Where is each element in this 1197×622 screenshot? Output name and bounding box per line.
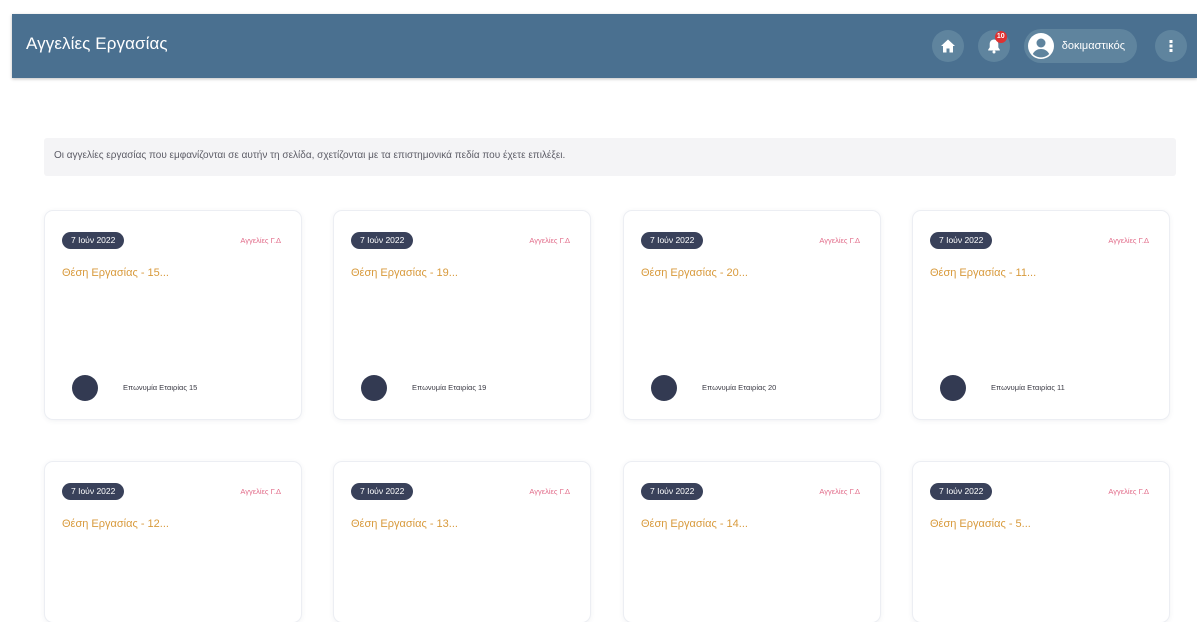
date-badge: 7 Ιούν 2022	[641, 483, 704, 500]
app-header: Αγγελίες Εργασίας 10 δοκιμαστικός	[12, 14, 1197, 78]
job-card[interactable]: 7 Ιούν 2022 Αγγελίες Γ.Δ Θέση Εργασίας -…	[334, 462, 590, 622]
job-title[interactable]: Θέση Εργασίας - 19...	[351, 267, 458, 279]
company-avatar	[940, 375, 966, 401]
user-menu-button[interactable]: δοκιμαστικός	[1023, 29, 1137, 63]
job-card[interactable]: 7 Ιούν 2022 Αγγελίες Γ.Δ Θέση Εργασίας -…	[45, 211, 301, 419]
date-badge: 7 Ιούν 2022	[351, 232, 414, 249]
page-title: Αγγελίες Εργασίας	[26, 34, 168, 53]
job-card[interactable]: 7 Ιούν 2022 Αγγελίες Γ.Δ Θέση Εργασίας -…	[45, 462, 301, 622]
date-badge: 7 Ιούν 2022	[930, 232, 993, 249]
info-text: Οι αγγελίες εργασίας που εμφανίζονται σε…	[54, 150, 566, 161]
notification-badge: 10	[994, 31, 1007, 43]
company-name: Επωνυμία Εταιρίας 20	[702, 383, 777, 392]
date-badge: 7 Ιούν 2022	[930, 483, 993, 500]
user-name: δοκιμαστικός	[1061, 40, 1125, 52]
job-title[interactable]: Θέση Εργασίας - 14...	[641, 518, 748, 530]
category-label: Αγγελίες Γ.Δ	[1108, 236, 1149, 245]
notifications-button[interactable]: 10	[977, 30, 1010, 62]
home-button[interactable]	[931, 30, 964, 62]
job-title[interactable]: Θέση Εργασίας - 20...	[641, 267, 748, 279]
vertical-dots-icon	[1169, 40, 1173, 52]
job-title[interactable]: Θέση Εργασίας - 11...	[930, 267, 1036, 279]
more-options-button[interactable]	[1155, 30, 1187, 62]
job-title[interactable]: Θέση Εργασίας - 13...	[351, 518, 458, 530]
category-label: Αγγελίες Γ.Δ	[819, 487, 860, 496]
category-label: Αγγελίες Γ.Δ	[240, 236, 281, 245]
date-badge: 7 Ιούν 2022	[641, 232, 704, 249]
header-actions: 10 δοκιμαστικός	[931, 28, 1197, 64]
job-card[interactable]: 7 Ιούν 2022 Αγγελίες Γ.Δ Θέση Εργασίας -…	[624, 462, 880, 622]
job-card[interactable]: 7 Ιούν 2022 Αγγελίες Γ.Δ Θέση Εργασίας -…	[624, 211, 880, 419]
job-card[interactable]: 7 Ιούν 2022 Αγγελίες Γ.Δ Θέση Εργασίας -…	[913, 211, 1169, 419]
date-badge: 7 Ιούν 2022	[62, 232, 125, 249]
job-title[interactable]: Θέση Εργασίας - 5...	[930, 518, 1031, 530]
home-icon	[940, 39, 955, 53]
company-avatar	[361, 375, 387, 401]
date-badge: 7 Ιούν 2022	[62, 483, 125, 500]
company-avatar	[72, 375, 98, 401]
category-label: Αγγελίες Γ.Δ	[240, 487, 281, 496]
category-label: Αγγελίες Γ.Δ	[819, 236, 860, 245]
job-title[interactable]: Θέση Εργασίας - 15...	[62, 267, 169, 279]
category-label: Αγγελίες Γ.Δ	[529, 236, 570, 245]
company-name: Επωνυμία Εταιρίας 19	[412, 383, 487, 392]
company-name: Επωνυμία Εταιρίας 11	[991, 383, 1065, 392]
company-name: Επωνυμία Εταιρίας 15	[123, 383, 198, 392]
user-circle-icon	[1027, 33, 1054, 59]
info-banner: Οι αγγελίες εργασίας που εμφανίζονται σε…	[44, 138, 1176, 176]
job-card[interactable]: 7 Ιούν 2022 Αγγελίες Γ.Δ Θέση Εργασίας -…	[334, 211, 590, 419]
category-label: Αγγελίες Γ.Δ	[529, 487, 570, 496]
job-title[interactable]: Θέση Εργασίας - 12...	[62, 518, 169, 530]
job-card[interactable]: 7 Ιούν 2022 Αγγελίες Γ.Δ Θέση Εργασίας -…	[913, 462, 1169, 622]
company-avatar	[651, 375, 677, 401]
category-label: Αγγελίες Γ.Δ	[1108, 487, 1149, 496]
date-badge: 7 Ιούν 2022	[351, 483, 414, 500]
